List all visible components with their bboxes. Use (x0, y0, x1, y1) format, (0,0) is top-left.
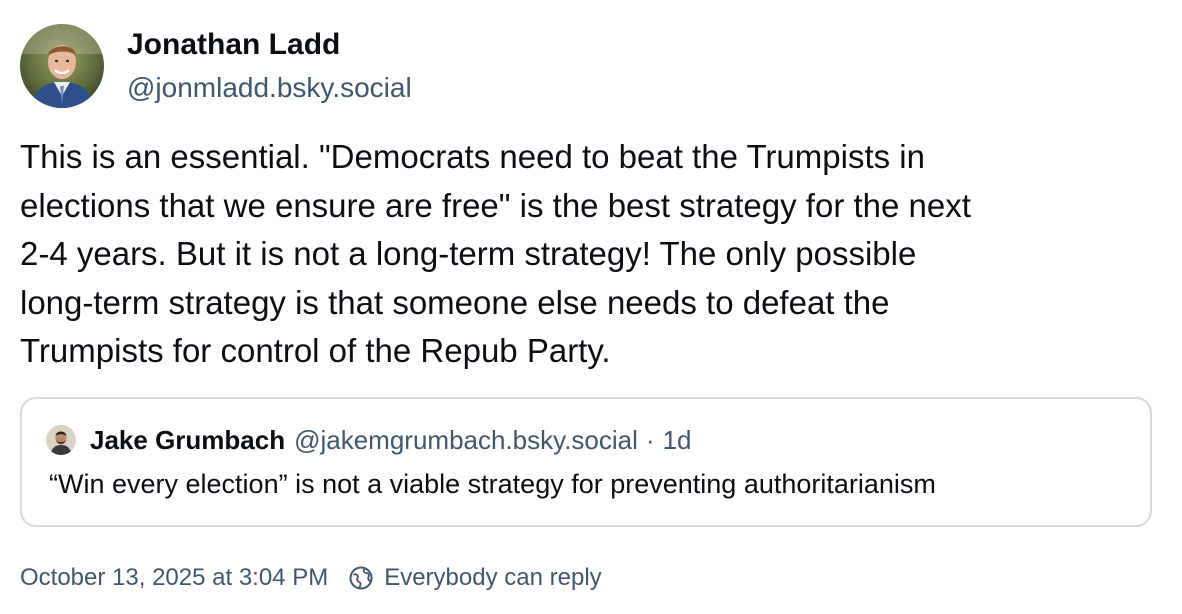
post-timestamp: October 13, 2025 at 3:04 PM (20, 564, 329, 591)
reply-setting-label: Everybody can reply (384, 564, 602, 591)
avatar-image (20, 24, 104, 108)
post-text-line: elections that we ensure are free" is th… (20, 186, 971, 224)
author-display-name[interactable]: Jonathan Ladd (127, 28, 340, 62)
quoted-separator: · (645, 424, 655, 455)
reply-setting[interactable]: Everybody can reply (348, 564, 602, 592)
author-avatar[interactable] (20, 24, 104, 108)
quoted-author-name[interactable]: Jake Grumbach (90, 425, 285, 456)
post-text-line: Trumpists for control of the Repub Party… (20, 332, 611, 369)
quoted-author-avatar[interactable] (46, 425, 76, 455)
post: Jonathan Ladd @jonmladd.bsky.social This… (0, 0, 1182, 614)
post-text-line: long-term strategy is that someone else … (20, 283, 890, 321)
post-text: This is an essential. "Democrats need to… (20, 133, 1165, 376)
post-text-line: This is an essential. "Democrats need to… (20, 138, 925, 175)
quoted-author-handle[interactable]: @jakemgrumbach.bsky.social (294, 425, 638, 456)
quoted-post-card[interactable]: Jake Grumbach @jakemgrumbach.bsky.social… (20, 397, 1152, 527)
quoted-post-text: “Win every election” is not a viable str… (49, 469, 936, 499)
quoted-post-time[interactable]: 1d (663, 425, 692, 456)
quoted-post-header: Jake Grumbach @jakemgrumbach.bsky.social… (46, 423, 692, 457)
post-footer: October 13, 2025 at 3:04 PM Everybody ca… (20, 562, 602, 594)
author-handle[interactable]: @jonmladd.bsky.social (127, 72, 412, 104)
post-text-line: 2-4 years. But it is not a long-term str… (20, 235, 917, 272)
quoted-avatar-image (46, 425, 76, 455)
globe-icon (348, 565, 374, 591)
